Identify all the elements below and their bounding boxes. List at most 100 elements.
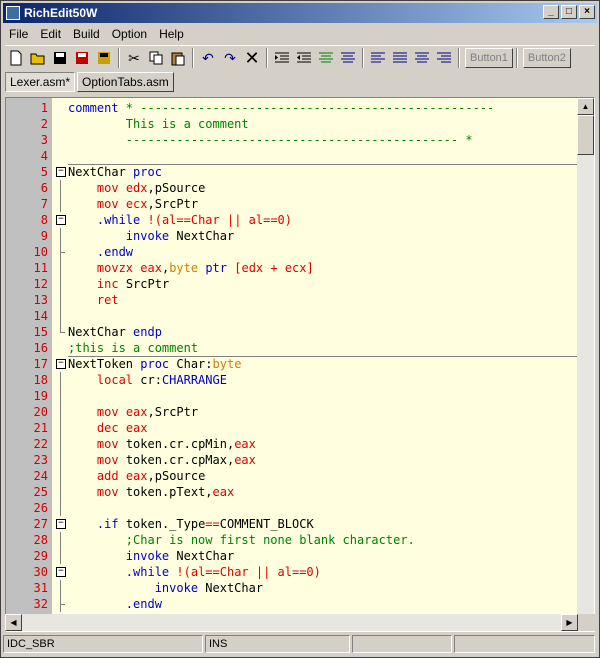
line-number: 25 — [33, 485, 48, 499]
code-line[interactable]: 11 movzx eax,byte ptr [edx + ecx] — [6, 260, 578, 276]
code-line[interactable]: 13 ret — [6, 292, 578, 308]
title-bar[interactable]: RichEdit50W _ □ × — [3, 3, 597, 23]
menu-option[interactable]: Option — [106, 27, 153, 41]
save-red-icon[interactable] — [71, 47, 93, 69]
indent-icon[interactable] — [271, 47, 293, 69]
code-line[interactable]: 6 mov edx,pSource — [6, 180, 578, 196]
redo-icon[interactable]: ↷ — [219, 47, 241, 69]
uncomment-icon[interactable] — [337, 47, 359, 69]
code-line[interactable]: 9 invoke NextChar — [6, 228, 578, 244]
code-line[interactable]: 18 local cr:CHARRANGE — [6, 372, 578, 388]
code-line[interactable]: 32 .endw — [6, 596, 578, 612]
open-folder-icon[interactable] — [27, 47, 49, 69]
tab-lexer[interactable]: Lexer.asm* — [5, 72, 76, 92]
code-line[interactable]: 1 comment * -----------------------------… — [6, 100, 578, 116]
line-number: 18 — [33, 373, 48, 387]
code-line[interactable]: 28 ;Char is now first none blank charact… — [6, 532, 578, 548]
fold-toggle-icon[interactable]: − — [55, 564, 69, 580]
fold-toggle-icon[interactable]: − — [55, 356, 69, 372]
code-line[interactable]: 10 .endw — [6, 244, 578, 260]
align-justify-icon[interactable] — [389, 47, 411, 69]
fold-toggle-icon[interactable]: − — [55, 212, 69, 228]
minimize-button[interactable]: _ — [543, 5, 559, 19]
code-line[interactable]: 29 invoke NextChar — [6, 548, 578, 564]
code-token: This is a comment — [68, 117, 249, 131]
line-number: 19 — [33, 389, 48, 403]
code-line[interactable]: 20 mov eax,SrcPtr — [6, 404, 578, 420]
code-line[interactable]: 25 mov token.pText,eax — [6, 484, 578, 500]
button2[interactable]: Button2 — [522, 48, 571, 68]
menu-edit[interactable]: Edit — [34, 27, 67, 41]
align-right-icon[interactable] — [433, 47, 455, 69]
save-all-icon[interactable] — [93, 47, 115, 69]
align-left-icon[interactable] — [367, 47, 389, 69]
paste-icon[interactable] — [167, 47, 189, 69]
fold-line — [55, 308, 69, 324]
code-line[interactable]: 21 dec eax — [6, 420, 578, 436]
code-line[interactable]: 31 invoke NextChar — [6, 580, 578, 596]
code-token: token._Type — [118, 517, 206, 531]
delete-icon[interactable]: ✕ — [241, 47, 263, 69]
button1[interactable]: Button1 — [465, 48, 513, 68]
horizontal-scrollbar[interactable]: ◀ ▶ — [5, 614, 578, 631]
line-number: 15 — [33, 325, 48, 339]
status-panel-4 — [454, 635, 595, 653]
fold-line — [55, 292, 69, 308]
copy-icon[interactable] — [145, 47, 167, 69]
code-line[interactable]: 4 — [6, 148, 578, 164]
code-line[interactable]: 17− NextToken proc Char:byte — [6, 356, 578, 372]
menu-file[interactable]: File — [3, 27, 34, 41]
maximize-button[interactable]: □ — [561, 5, 577, 19]
code-token: eax — [234, 453, 256, 467]
tab-optiontabs[interactable]: OptionTabs.asm — [77, 72, 174, 92]
outdent-icon[interactable] — [293, 47, 315, 69]
code-token: ,SrcPtr — [147, 405, 199, 419]
vertical-scrollbar[interactable]: ▲ ▼ — [577, 98, 594, 631]
code-token: eax — [212, 485, 235, 499]
code-line[interactable]: 3 --------------------------------------… — [6, 132, 578, 148]
fold-toggle-icon[interactable]: − — [55, 164, 69, 180]
scroll-thumb[interactable] — [577, 115, 594, 155]
code-line[interactable]: 12 inc SrcPtr — [6, 276, 578, 292]
code-token: .endw — [125, 597, 162, 611]
scroll-right-button[interactable]: ▶ — [561, 614, 578, 631]
code-token: !(al==Char || al==0) — [147, 213, 293, 227]
fold-toggle-icon[interactable]: − — [55, 516, 69, 532]
code-line[interactable]: 30− .while !(al==Char || al==0) — [6, 564, 578, 580]
save-icon[interactable] — [49, 47, 71, 69]
scroll-up-button[interactable]: ▲ — [577, 98, 594, 115]
code-lines: 1 comment * -----------------------------… — [6, 100, 578, 612]
window-title: RichEdit50W — [24, 6, 98, 20]
new-file-icon[interactable] — [5, 47, 27, 69]
code-line[interactable]: 8− .while !(al==Char || al==0) — [6, 212, 578, 228]
code-line[interactable]: 15 NextChar endp — [6, 324, 578, 340]
code-line[interactable]: 7 mov ecx,SrcPtr — [6, 196, 578, 212]
menu-build[interactable]: Build — [67, 27, 106, 41]
line-number: 17 — [33, 357, 48, 371]
code-line[interactable]: 5− NextChar proc — [6, 164, 578, 180]
main-window: RichEdit50W _ □ × File Edit Build Option… — [0, 0, 600, 658]
code-line[interactable]: 16 ;this is a comment — [6, 340, 578, 356]
comment-icon[interactable] — [315, 47, 337, 69]
code-line[interactable]: 24 add eax,pSource — [6, 468, 578, 484]
undo-icon[interactable]: ↶ — [197, 47, 219, 69]
code-editor[interactable]: 1 comment * -----------------------------… — [5, 97, 595, 632]
align-center-icon[interactable] — [411, 47, 433, 69]
code-token: ;Char is now first none blank character. — [125, 533, 415, 547]
code-line[interactable]: 14 — [6, 308, 578, 324]
menu-help[interactable]: Help — [153, 27, 190, 41]
code-line[interactable]: 27− .if token._Type==COMMENT_BLOCK — [6, 516, 578, 532]
code-line[interactable]: 19 — [6, 388, 578, 404]
code-line[interactable]: 26 — [6, 500, 578, 516]
code-line[interactable]: 23 mov token.cr.cpMax,eax — [6, 452, 578, 468]
close-button[interactable]: × — [579, 5, 595, 19]
scroll-left-button[interactable]: ◀ — [5, 614, 22, 631]
code-line[interactable]: 22 mov token.cr.cpMin,eax — [6, 436, 578, 452]
code-line[interactable]: 2 This is a comment — [6, 116, 578, 132]
cut-icon[interactable]: ✂ — [123, 47, 145, 69]
